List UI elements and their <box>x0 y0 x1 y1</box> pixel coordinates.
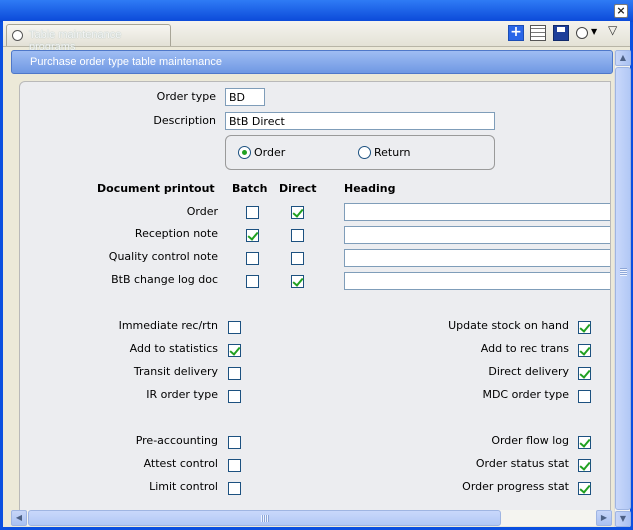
order-type-input[interactable]: BD <box>225 88 265 106</box>
printout-row-label: Reception note <box>134 227 218 240</box>
update-stock-checkbox[interactable] <box>578 321 591 334</box>
grip-icon <box>261 515 269 522</box>
printout-reception-batch-checkbox[interactable] <box>246 229 259 242</box>
transit-delivery-checkbox[interactable] <box>228 367 241 380</box>
option-label: Add to statistics <box>129 342 218 355</box>
option-label: Direct delivery <box>488 365 569 378</box>
scroll-down-icon[interactable]: ▼ <box>615 511 631 527</box>
add-to-statistics-checkbox[interactable] <box>228 344 241 357</box>
printout-order-batch-checkbox[interactable] <box>246 206 259 219</box>
option-label: Immediate rec/rtn <box>118 319 218 332</box>
printout-row-label: Order <box>186 205 218 218</box>
printout-reception-direct-checkbox[interactable] <box>291 229 304 242</box>
printout-qc-direct-checkbox[interactable] <box>291 252 304 265</box>
printout-row-label: BtB change log doc <box>111 273 218 286</box>
vertical-scroll-thumb[interactable] <box>615 67 631 510</box>
circle-icon[interactable] <box>576 27 588 39</box>
tab-bar: Table maintenance programs + ▼ ▽ <box>3 21 630 53</box>
order-return-group: Order Return <box>225 135 495 170</box>
scroll-right-icon[interactable]: ▶ <box>596 510 612 526</box>
option-label: Pre-accounting <box>135 434 218 447</box>
panel-header: Purchase order type table maintenance <box>11 50 613 74</box>
horizontal-scroll-thumb[interactable] <box>28 510 501 526</box>
printout-order-direct-checkbox[interactable] <box>291 206 304 219</box>
option-label: Order progress stat <box>462 480 569 493</box>
order-status-stat-checkbox[interactable] <box>578 459 591 472</box>
window-titlebar: × <box>0 0 633 22</box>
option-label: Order flow log <box>491 434 569 447</box>
option-label: Attest control <box>143 457 218 470</box>
vertical-scrollbar[interactable]: ▲ ▼ <box>614 50 631 527</box>
printout-row-label: Quality control note <box>108 250 218 263</box>
direct-delivery-checkbox[interactable] <box>578 367 591 380</box>
save-icon[interactable] <box>553 25 569 41</box>
option-label: Transit delivery <box>133 365 218 378</box>
option-label: Limit control <box>149 480 218 493</box>
immediate-rec-rtn-checkbox[interactable] <box>228 321 241 334</box>
option-label: MDC order type <box>482 388 569 401</box>
order-progress-stat-checkbox[interactable] <box>578 482 591 495</box>
order-type-label: Order type <box>156 90 216 103</box>
menu-arrow-icon[interactable]: ▽ <box>608 23 622 39</box>
radio-return-label: Return <box>374 146 411 159</box>
order-flow-log-checkbox[interactable] <box>578 436 591 449</box>
printout-btb-direct-checkbox[interactable] <box>291 275 304 288</box>
radio-return[interactable] <box>358 146 371 159</box>
radio-order[interactable] <box>238 146 251 159</box>
grid-icon[interactable] <box>530 25 546 41</box>
description-input[interactable]: BtB Direct <box>225 112 495 130</box>
printout-btb-batch-checkbox[interactable] <box>246 275 259 288</box>
grip-icon <box>620 268 627 276</box>
limit-control-checkbox[interactable] <box>228 482 241 495</box>
printout-btb-heading-input[interactable] <box>344 272 610 290</box>
direct-header: Direct <box>279 182 317 195</box>
horizontal-scrollbar[interactable]: ◀ ▶ <box>11 510 612 526</box>
printout-qc-heading-input[interactable] <box>344 249 610 267</box>
printout-order-heading-input[interactable] <box>344 203 610 221</box>
heading-header: Heading <box>344 182 396 195</box>
add-to-rec-trans-checkbox[interactable] <box>578 344 591 357</box>
pre-accounting-checkbox[interactable] <box>228 436 241 449</box>
option-label: Order status stat <box>475 457 569 470</box>
printout-qc-batch-checkbox[interactable] <box>246 252 259 265</box>
ir-order-type-checkbox[interactable] <box>228 390 241 403</box>
tab-table-maintenance[interactable]: Table maintenance programs <box>6 24 171 53</box>
option-label: Update stock on hand <box>448 319 569 332</box>
scroll-left-icon[interactable]: ◀ <box>11 510 27 526</box>
option-label: Add to rec trans <box>480 342 569 355</box>
option-label: IR order type <box>146 388 218 401</box>
dropdown-arrow-icon[interactable]: ▼ <box>591 27 601 43</box>
tab-circle-icon <box>12 30 23 41</box>
window-frame: × Table maintenance programs + ▼ ▽ Purch… <box>0 0 633 530</box>
add-icon[interactable]: + <box>508 25 524 41</box>
form-content: Order type BD Description BtB Direct Ord… <box>19 81 611 517</box>
description-label: Description <box>153 114 216 127</box>
close-button[interactable]: × <box>614 4 628 18</box>
window-client: Table maintenance programs + ▼ ▽ Purchas… <box>3 21 631 527</box>
batch-header: Batch <box>232 182 268 195</box>
mdc-order-type-checkbox[interactable] <box>578 390 591 403</box>
scroll-up-icon[interactable]: ▲ <box>615 50 631 66</box>
doc-printout-header: Document printout <box>97 182 215 195</box>
attest-control-checkbox[interactable] <box>228 459 241 472</box>
radio-order-label: Order <box>254 146 286 159</box>
printout-reception-heading-input[interactable] <box>344 226 610 244</box>
